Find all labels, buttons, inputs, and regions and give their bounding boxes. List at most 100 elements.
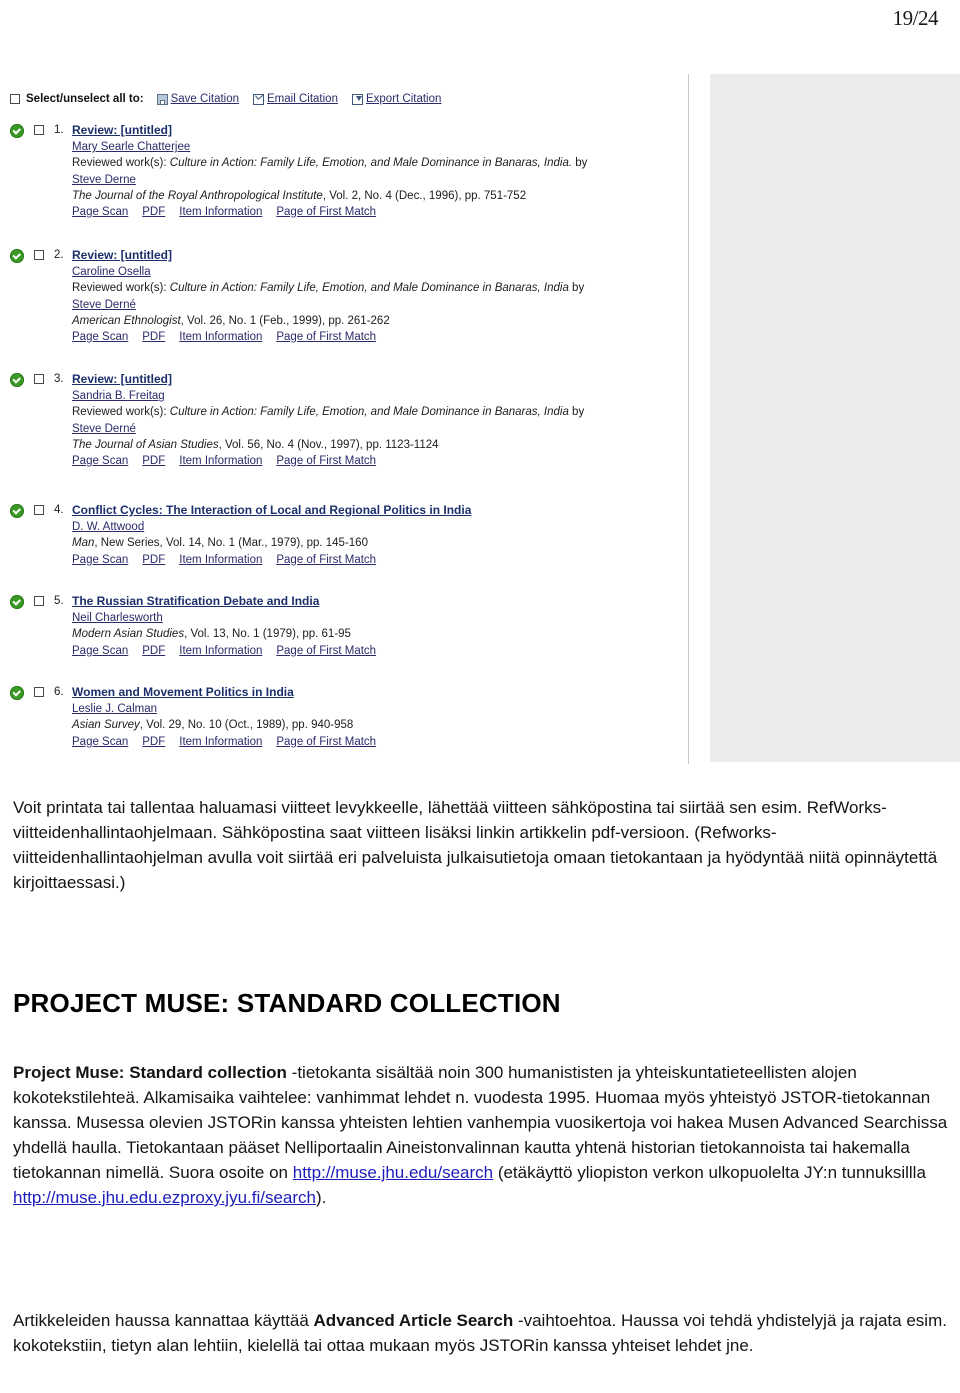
journal-title: The Journal of Asian Studies (72, 438, 219, 451)
item-information-link[interactable]: Item Information (179, 331, 262, 343)
result-links: Page Scan PDF Item Information Page of Firs… (72, 645, 390, 657)
result-checkbox[interactable] (34, 374, 44, 384)
result-author-link[interactable]: Mary Searle Chatterjee (72, 141, 190, 153)
result-checkbox[interactable] (34, 687, 44, 697)
pdf-link[interactable]: PDF (142, 645, 165, 657)
page-scan-link[interactable]: Page Scan (72, 455, 128, 467)
screenshot-divider (688, 74, 689, 764)
project-muse-desc-3: ). (316, 1188, 327, 1207)
item-information-link[interactable]: Item Information (179, 455, 262, 467)
availability-check-icon (10, 504, 24, 518)
export-citation-action[interactable]: Export Citation (351, 93, 442, 105)
project-muse-name: Project Muse: Standard collection (13, 1063, 287, 1082)
reviewed-work-author-link[interactable]: Steve Derné (72, 299, 136, 311)
email-citation-label: Email Citation (267, 93, 338, 105)
advanced-article-search-name: Advanced Article Search (313, 1311, 514, 1330)
result-checkbox[interactable] (34, 505, 44, 515)
reviewed-work-author-link[interactable]: Steve Derne (72, 174, 136, 186)
result-links: Page Scan PDF Item Information Page of Firs… (72, 206, 390, 218)
item-information-link[interactable]: Item Information (179, 206, 262, 218)
journal-title: Asian Survey (72, 719, 140, 732)
item-information-link[interactable]: Item Information (179, 554, 262, 566)
result-number: 1. (54, 124, 64, 136)
availability-check-icon (10, 249, 24, 263)
availability-check-icon (10, 595, 24, 609)
result-checkbox[interactable] (34, 250, 44, 260)
result-links: Page Scan PDF Item Information Page of Firs… (72, 554, 390, 566)
journal-title: American Ethnologist (72, 314, 181, 327)
result-title-link[interactable]: Review: [untitled] (72, 371, 172, 387)
result-number: 6. (54, 686, 64, 698)
journal-title: Modern Asian Studies (72, 628, 185, 641)
availability-check-icon (10, 373, 24, 387)
reviewed-work-by: by (568, 406, 585, 419)
result-title-link[interactable]: Conflict Cycles: The Interaction of Loca… (72, 502, 471, 518)
item-information-link[interactable]: Item Information (179, 736, 262, 748)
project-muse-paragraph: Project Muse: Standard collection -tieto… (13, 1060, 948, 1210)
page-of-first-match-link[interactable]: Page of First Match (276, 455, 376, 467)
export-citation-label: Export Citation (365, 93, 442, 105)
pdf-link[interactable]: PDF (142, 554, 165, 566)
result-item: 6. Women and Movement Politics in India … (10, 684, 688, 750)
result-links: Page Scan PDF Item Information Page of Firs… (72, 331, 390, 343)
reviewed-work-author-link[interactable]: Steve Derné (72, 423, 136, 435)
reviewed-work-prefix: Reviewed work(s): (72, 282, 170, 295)
save-citation-action[interactable]: Save Citation (156, 93, 239, 105)
result-item: 1. Review: [untitled] Mary Searle Chatte… (10, 122, 688, 220)
result-author-link[interactable]: D. W. Attwood (72, 521, 144, 533)
envelope-icon (253, 93, 265, 105)
citation-detail: , New Series, Vol. 14, No. 1 (Mar., 1979… (94, 537, 368, 550)
select-all-toolbar: Select/unselect all to: Save Citation Em… (10, 93, 455, 105)
result-title-link[interactable]: Women and Movement Politics in India (72, 684, 294, 700)
result-author-link[interactable]: Neil Charlesworth (72, 612, 163, 624)
page-of-first-match-link[interactable]: Page of First Match (276, 554, 376, 566)
reviewed-work-by: by (568, 282, 585, 295)
page-scan-link[interactable]: Page Scan (72, 554, 128, 566)
pdf-link[interactable]: PDF (142, 331, 165, 343)
page-scan-link[interactable]: Page Scan (72, 206, 128, 218)
intro-paragraph: Voit printata tai tallentaa haluamasi vi… (13, 798, 938, 892)
result-item: 4. Conflict Cycles: The Interaction of L… (10, 502, 688, 568)
pdf-link[interactable]: PDF (142, 736, 165, 748)
page-of-first-match-link[interactable]: Page of First Match (276, 736, 376, 748)
page-of-first-match-link[interactable]: Page of First Match (276, 206, 376, 218)
pdf-link[interactable]: PDF (142, 206, 165, 218)
reviewed-work-title: Culture in Action: Family Life, Emotion,… (169, 157, 573, 170)
result-title-link[interactable]: The Russian Stratification Debate and In… (72, 593, 319, 609)
muse-search-link[interactable]: http://muse.jhu.edu/search (293, 1163, 493, 1182)
page-scan-link[interactable]: Page Scan (72, 645, 128, 657)
section-heading: PROJECT MUSE: STANDARD COLLECTION (13, 988, 561, 1018)
citation-detail: , Vol. 2, No. 4 (Dec., 1996), pp. 751-75… (322, 189, 527, 202)
jstor-results-screenshot: Select/unselect all to: Save Citation Em… (0, 60, 960, 764)
result-author-link[interactable]: Caroline Osella (72, 266, 151, 278)
page-of-first-match-link[interactable]: Page of First Match (276, 331, 376, 343)
result-title-link[interactable]: Review: [untitled] (72, 122, 172, 138)
email-citation-action[interactable]: Email Citation (253, 93, 338, 105)
reviewed-work-title: Culture in Action: Family Life, Emotion,… (169, 282, 569, 295)
select-all-label: Select/unselect all to: (26, 93, 144, 105)
result-checkbox[interactable] (34, 125, 44, 135)
project-muse-desc-2: (etäkäyttö yliopiston verkon ulkopuolelt… (493, 1163, 926, 1182)
result-item: 5. The Russian Stratification Debate and… (10, 593, 688, 659)
advanced-search-text-1: Artikkeleiden haussa kannattaa käyttää (13, 1311, 314, 1330)
result-number: 5. (54, 595, 64, 607)
result-item: 2. Review: [untitled] Caroline Osella Re… (10, 247, 688, 345)
result-author-link[interactable]: Sandria B. Freitag (72, 390, 165, 402)
page-scan-link[interactable]: Page Scan (72, 736, 128, 748)
result-title-link[interactable]: Review: [untitled] (72, 247, 172, 263)
result-links: Page Scan PDF Item Information Page of Firs… (72, 736, 390, 748)
result-author-link[interactable]: Leslie J. Calman (72, 703, 157, 715)
muse-ezproxy-link[interactable]: http://muse.jhu.edu.ezproxy.jyu.fi/searc… (13, 1188, 316, 1207)
result-checkbox[interactable] (34, 596, 44, 606)
page-of-first-match-link[interactable]: Page of First Match (276, 645, 376, 657)
select-all-checkbox[interactable] (10, 94, 20, 104)
journal-title: Man (72, 537, 95, 550)
availability-check-icon (10, 686, 24, 700)
result-number: 2. (54, 249, 64, 261)
page-number: 19/24 (892, 6, 939, 30)
item-information-link[interactable]: Item Information (179, 645, 262, 657)
result-links: Page Scan PDF Item Information Page of Firs… (72, 455, 390, 467)
page-scan-link[interactable]: Page Scan (72, 331, 128, 343)
advanced-search-paragraph: Artikkeleiden haussa kannattaa käyttää A… (13, 1308, 948, 1358)
pdf-link[interactable]: PDF (142, 455, 165, 467)
